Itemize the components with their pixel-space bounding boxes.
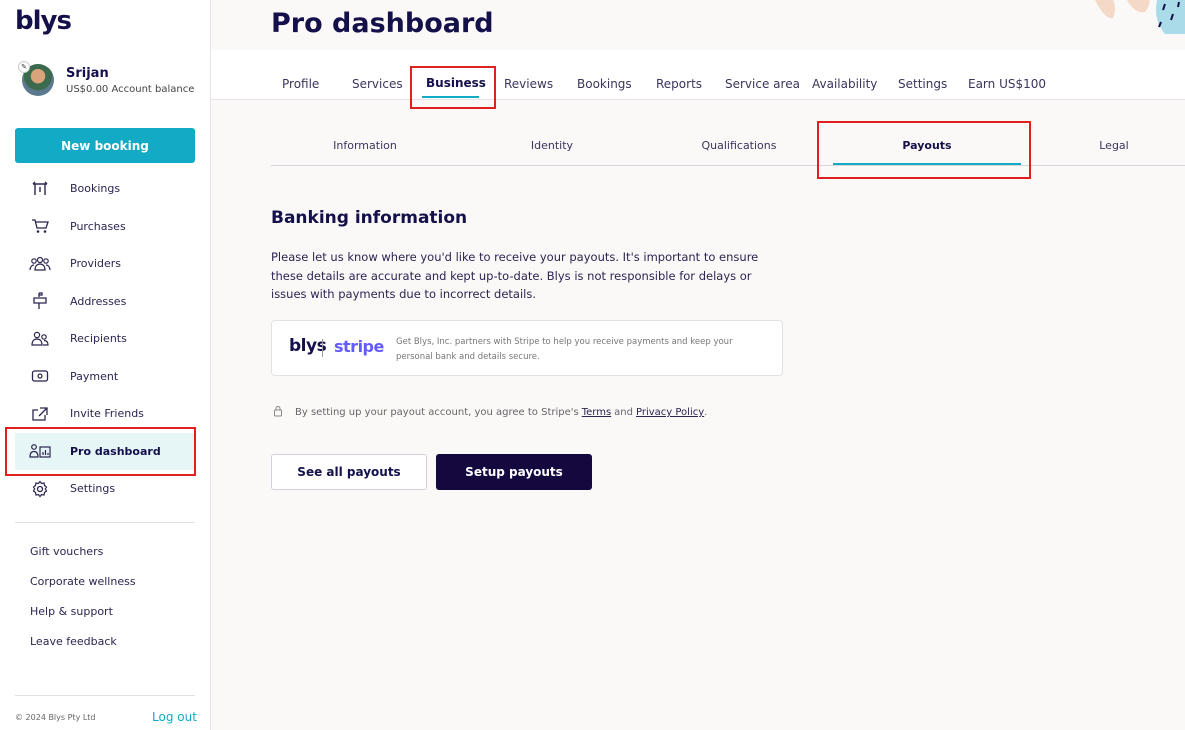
sidebar-item-providers[interactable]: Providers: [15, 245, 195, 283]
sidebar-item-recipients[interactable]: Recipients: [15, 320, 195, 358]
subtab-legal[interactable]: Legal: [1020, 139, 1185, 152]
sidebar: blys ✎ Srijan US$0.00 Account balance Ne…: [0, 0, 211, 730]
section-title: Banking information: [271, 208, 468, 228]
agreement-and: and: [614, 407, 633, 418]
share-icon: [29, 405, 51, 423]
tab-profile[interactable]: Profile: [282, 77, 319, 91]
user-profile[interactable]: ✎ Srijan US$0.00 Account balance: [18, 61, 195, 96]
tab-earn[interactable]: Earn US$100: [968, 77, 1046, 91]
sidebar-item-purchases[interactable]: Purchases: [15, 208, 195, 246]
blys-logo[interactable]: blys: [15, 6, 72, 36]
subtab-information[interactable]: Information: [271, 139, 459, 152]
sidebar-divider: [15, 522, 195, 523]
user-name: Srijan: [66, 65, 109, 81]
sidebar-item-label: Purchases: [70, 219, 126, 233]
tab-settings[interactable]: Settings: [898, 77, 947, 91]
terms-link[interactable]: Terms: [582, 407, 611, 418]
leave-feedback-link[interactable]: Leave feedback: [30, 635, 136, 665]
tab-reports[interactable]: Reports: [656, 77, 702, 91]
stripe-partner-box: blys stripe Get Blys, Inc. partners with…: [271, 320, 783, 376]
sidebar-item-label: Addresses: [70, 294, 127, 308]
payment-icon: [29, 367, 51, 385]
sidebar-links: Gift vouchers Corporate wellness Help & …: [30, 545, 136, 665]
recipients-icon: [29, 330, 51, 348]
sidebar-item-label: Payment: [70, 369, 119, 383]
logout-link[interactable]: Log out: [152, 710, 197, 724]
page-title: Pro dashboard: [271, 8, 494, 39]
see-all-payouts-button[interactable]: See all payouts: [271, 454, 427, 490]
sidebar-item-label: Invite Friends: [70, 407, 144, 421]
footer-divider: [15, 695, 195, 696]
stripe-agreement: By setting up your payout account, you a…: [273, 405, 707, 420]
mailbox-icon: [29, 292, 51, 310]
edit-pencil-icon[interactable]: ✎: [18, 61, 30, 73]
logo-separator: [322, 339, 323, 357]
highlight-box-payouts: [817, 121, 1031, 179]
subtab-identity[interactable]: Identity: [458, 139, 646, 152]
gift-vouchers-link[interactable]: Gift vouchers: [30, 545, 136, 575]
subtab-qualifications[interactable]: Qualifications: [645, 139, 833, 152]
sidebar-item-payment[interactable]: Payment: [15, 358, 195, 396]
sidebar-item-addresses[interactable]: Addresses: [15, 283, 195, 321]
tab-availability[interactable]: Availability: [812, 77, 877, 91]
cart-icon: [29, 217, 51, 235]
bookings-icon: [29, 180, 51, 198]
agreement-suffix: .: [704, 407, 708, 418]
copyright: © 2024 Blys Pty Ltd: [15, 713, 96, 722]
stripe-logo: stripe: [334, 337, 384, 356]
avatar[interactable]: ✎: [18, 61, 54, 96]
sidebar-item-label: Recipients: [70, 332, 127, 346]
sidebar-item-label: Providers: [70, 257, 122, 271]
corporate-wellness-link[interactable]: Corporate wellness: [30, 575, 136, 605]
account-balance: US$0.00 Account balance: [66, 83, 195, 95]
agreement-text: By setting up your payout account, you a…: [295, 407, 579, 418]
tab-services[interactable]: Services: [352, 77, 403, 91]
stripe-partner-text: Get Blys, Inc. partners with Stripe to h…: [396, 337, 733, 362]
tab-bookings[interactable]: Bookings: [577, 77, 632, 91]
highlight-box-pro-dashboard: [5, 427, 196, 476]
main-tabs: Profile Services Business Reviews Bookin…: [211, 50, 1185, 100]
gear-icon: [29, 480, 51, 498]
sidebar-item-label: Bookings: [70, 182, 121, 196]
new-booking-button[interactable]: New booking: [15, 128, 195, 163]
tab-reviews[interactable]: Reviews: [504, 77, 553, 91]
blys-logo-small: blys: [289, 336, 327, 356]
sidebar-item-bookings[interactable]: Bookings: [15, 170, 195, 208]
decorative-illustration: [1095, 0, 1185, 34]
tab-service-area[interactable]: Service area: [725, 77, 800, 91]
providers-icon: [29, 255, 51, 273]
banking-description: Please let us know where you'd like to r…: [271, 250, 759, 301]
highlight-box-business: [410, 66, 496, 109]
privacy-policy-link[interactable]: Privacy Policy: [636, 407, 704, 418]
sidebar-item-label: Settings: [70, 482, 116, 496]
business-subtabs: Information Identity Qualifications Payo…: [271, 125, 1185, 166]
setup-payouts-button[interactable]: Setup payouts: [436, 454, 592, 490]
lock-icon: [273, 405, 285, 420]
help-support-link[interactable]: Help & support: [30, 605, 136, 635]
